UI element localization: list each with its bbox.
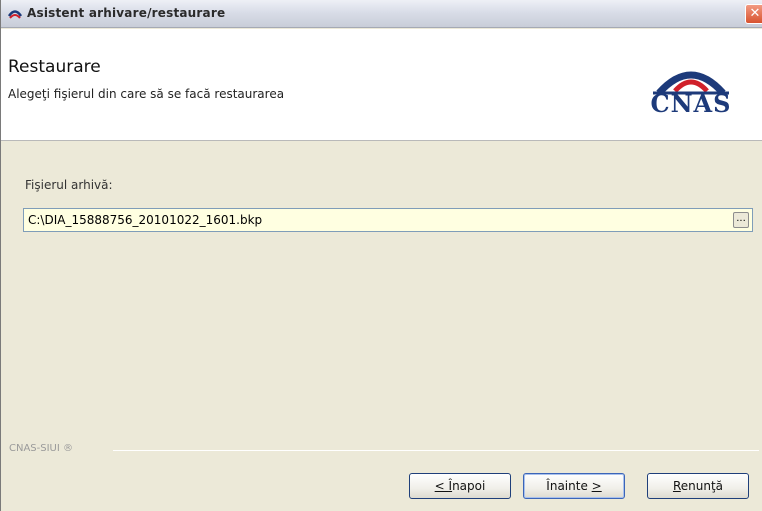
cancel-button[interactable]: Renunţă	[647, 473, 749, 499]
wizard-window: Asistent arhivare/restaurare ✕ Restaurar…	[0, 0, 762, 511]
next-label: Înainte	[546, 479, 592, 493]
close-icon: ✕	[749, 6, 761, 21]
wizard-header: Restaurare Alegeţi fişierul din care să …	[1, 29, 762, 141]
back-mnemonic-prefix: <	[434, 479, 449, 493]
ellipsis-icon: ...	[736, 213, 746, 224]
footer-divider	[113, 450, 759, 451]
close-button[interactable]: ✕	[745, 4, 762, 24]
next-mnemonic: >	[591, 479, 602, 493]
archive-file-input[interactable]	[23, 208, 753, 232]
cnas-app-icon	[7, 10, 23, 19]
back-button[interactable]: < Înapoi	[409, 473, 511, 499]
title-bar[interactable]: Asistent arhivare/restaurare ✕	[1, 0, 762, 28]
next-button[interactable]: Înainte >	[523, 473, 625, 499]
cancel-mnemonic: R	[672, 479, 681, 493]
brand-label: CNAS-SIUI ®	[9, 443, 74, 454]
browse-button[interactable]: ...	[733, 212, 749, 228]
window-title: Asistent arhivare/restaurare	[27, 6, 226, 20]
file-label: Fişierul arhivă:	[25, 178, 113, 192]
back-label: napoi	[452, 479, 486, 493]
page-title: Restaurare	[8, 57, 101, 77]
cancel-label: enunţă	[680, 479, 724, 493]
logo-text: CNAS	[650, 89, 732, 118]
cnas-logo: CNAS	[631, 61, 751, 121]
page-subtitle: Alegeţi fişierul din care să se facă res…	[8, 87, 285, 101]
